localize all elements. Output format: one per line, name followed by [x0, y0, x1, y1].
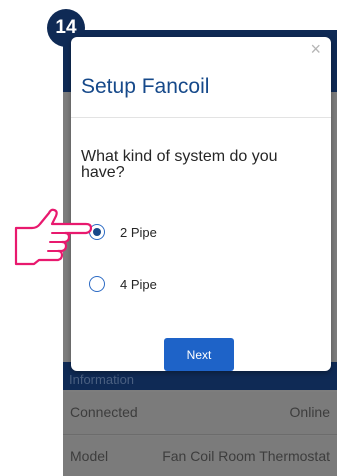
info-section-label: Information: [69, 372, 135, 387]
next-button[interactable]: Next: [164, 338, 234, 371]
option-4-pipe[interactable]: 4 Pipe: [89, 276, 157, 292]
system-question: What kind of system do you have?: [81, 148, 278, 181]
option-2-pipe-label: 2 Pipe: [120, 224, 157, 240]
connected-value: Online: [289, 404, 330, 420]
setup-fancoil-modal: × Setup Fancoil What kind of system do y…: [71, 37, 331, 371]
option-4-pipe-label: 4 Pipe: [120, 276, 157, 292]
modal-title: Setup Fancoil: [81, 75, 210, 98]
connected-label: Connected: [70, 404, 138, 420]
radio-4-pipe[interactable]: [89, 276, 105, 292]
pointing-hand-icon: [14, 208, 92, 266]
model-row: Model Fan Coil Room Thermostat: [63, 436, 337, 476]
connected-row: Connected Online: [63, 392, 337, 435]
option-2-pipe[interactable]: 2 Pipe: [89, 224, 157, 240]
model-value: Fan Coil Room Thermostat: [162, 448, 330, 464]
modal-divider: [71, 117, 331, 118]
model-label: Model: [70, 448, 109, 464]
close-icon[interactable]: ×: [310, 39, 321, 60]
